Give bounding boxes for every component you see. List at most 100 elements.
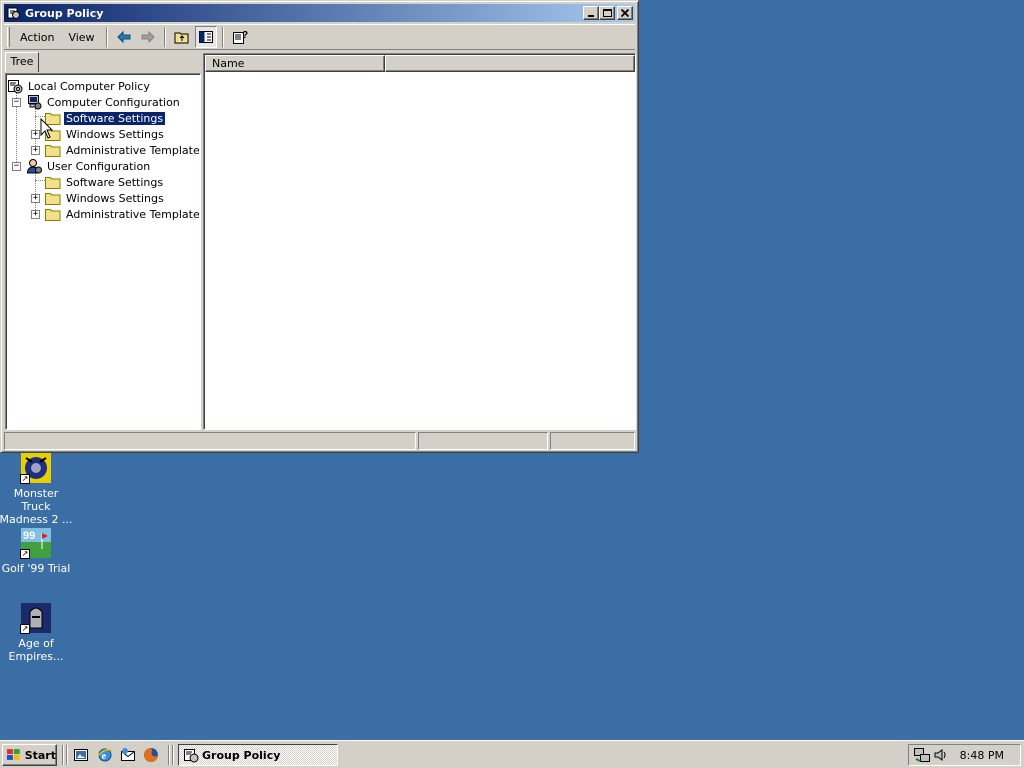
- tree-line: [35, 116, 45, 117]
- start-label: Start: [24, 748, 56, 762]
- taskbar: Start e Group Policy 8:48 PM: [0, 740, 1024, 768]
- maximize-icon: [603, 9, 612, 17]
- taskbar-divider: [168, 745, 170, 765]
- folder-icon: [45, 174, 61, 190]
- desktop-icon-label: Age of: [18, 637, 54, 650]
- minimize-icon: [588, 15, 594, 17]
- back-arrow-icon: [116, 30, 131, 44]
- up-one-level-button[interactable]: [171, 26, 193, 48]
- desktop-icon-label: Madness 2 ...: [0, 513, 73, 526]
- column-header-blank[interactable]: [385, 55, 635, 72]
- close-button[interactable]: [617, 6, 633, 20]
- desktop-icon-label: Monster Truck: [13, 487, 59, 513]
- tree-node-label: Administrative Templates: [66, 207, 201, 221]
- tree-node-label-selected: Software Settings: [62, 110, 167, 126]
- network-icon[interactable]: [913, 747, 931, 763]
- svg-text:?: ?: [242, 30, 248, 41]
- taskbar-button-label: Group Policy: [202, 748, 281, 762]
- minimize-button[interactable]: [583, 6, 599, 20]
- show-hide-tree-button[interactable]: [194, 26, 217, 48]
- tree-node-label: Administrative Templates: [66, 143, 201, 157]
- tree-node-user-configuration[interactable]: User Configuration: [26, 158, 152, 174]
- golf-icon: 99 ↗: [20, 527, 52, 559]
- tree-node-label: Software Settings: [66, 175, 164, 189]
- windows-logo-icon: [6, 749, 20, 760]
- start-button[interactable]: Start: [2, 744, 57, 766]
- desktop-icon-golf-99[interactable]: 99 ↗ Golf '99 Trial: [0, 527, 74, 575]
- collapse-toggle[interactable]: −: [12, 162, 21, 171]
- folder-icon: [45, 190, 61, 206]
- taskbar-divider: [172, 745, 174, 765]
- maximize-button[interactable]: [599, 6, 615, 20]
- folder-icon: [45, 142, 61, 158]
- back-button[interactable]: [113, 26, 135, 48]
- tab-tree[interactable]: Tree: [5, 52, 39, 72]
- collapse-toggle[interactable]: −: [12, 98, 21, 107]
- tree-node-computer-software-settings[interactable]: Software Settings: [45, 110, 167, 126]
- desktop-icon-label: Empires...: [8, 650, 64, 663]
- forward-arrow-icon: [141, 30, 155, 44]
- status-pane: [418, 432, 548, 450]
- tree-node-computer-configuration[interactable]: Computer Configuration: [26, 94, 182, 110]
- help-icon: ?: [232, 30, 248, 44]
- column-header-name[interactable]: Name: [205, 55, 385, 72]
- menu-action[interactable]: Action: [13, 29, 61, 46]
- status-pane: [550, 432, 635, 450]
- console-tree[interactable]: Local Computer Policy − Computer Configu…: [5, 73, 201, 430]
- details-list[interactable]: Name: [203, 53, 636, 430]
- help-button[interactable]: ?: [229, 26, 251, 48]
- volume-icon[interactable]: [933, 747, 949, 763]
- expand-toggle[interactable]: +: [31, 210, 40, 219]
- tree-node-label: Local Computer Policy: [28, 79, 150, 93]
- forward-button[interactable]: [137, 26, 159, 48]
- group-policy-window: Group Policy Action View ? Tree Local Co…: [0, 0, 639, 453]
- desktop-icon-label: Golf '99 Trial: [1, 562, 71, 575]
- clock[interactable]: 8:48 PM: [960, 749, 1004, 762]
- show-desktop-icon[interactable]: [73, 747, 89, 763]
- age-of-empires-icon: ↗: [20, 602, 52, 634]
- taskbar-divider: [62, 745, 64, 765]
- system-tray: 8:48 PM: [908, 744, 1021, 766]
- tree-node-label: Windows Settings: [66, 127, 164, 141]
- tree-node-label: Windows Settings: [66, 191, 164, 205]
- desktop-icon-age-of-empires[interactable]: ↗ Age of Empires...: [0, 602, 74, 663]
- tree-line: [35, 180, 45, 181]
- expand-toggle[interactable]: +: [31, 130, 40, 139]
- policy-icon: [7, 78, 23, 94]
- tree-node-user-administrative-templates[interactable]: Administrative Templates: [45, 206, 201, 222]
- internet-explorer-icon[interactable]: e: [97, 747, 113, 763]
- taskbar-button-group-policy[interactable]: Group Policy: [178, 744, 338, 766]
- tree-node-computer-administrative-templates[interactable]: Administrative Templates: [45, 142, 201, 158]
- toolbar-grip[interactable]: [7, 27, 10, 47]
- taskbar-divider: [66, 745, 68, 765]
- folder-up-icon: [174, 32, 189, 44]
- tree-node-label: Computer Configuration: [47, 95, 180, 109]
- svg-text:99: 99: [23, 530, 35, 542]
- shortcut-arrow-icon: ↗: [20, 624, 30, 634]
- shortcut-arrow-icon: ↗: [20, 474, 30, 484]
- toolbar-separator: [105, 27, 108, 47]
- folder-icon: [45, 206, 61, 222]
- tree-node-computer-windows-settings[interactable]: Windows Settings: [45, 126, 166, 142]
- expand-toggle[interactable]: +: [31, 194, 40, 203]
- menu-view[interactable]: View: [61, 29, 101, 46]
- mouse-cursor-icon: [40, 118, 54, 139]
- tree-node-local-computer-policy[interactable]: Local Computer Policy: [7, 78, 152, 94]
- status-pane-main: [4, 432, 416, 450]
- toolbar-separator: [221, 27, 224, 47]
- window-title: Group Policy: [25, 6, 104, 20]
- group-policy-icon: [6, 5, 22, 21]
- tree-node-user-software-settings[interactable]: Software Settings: [45, 174, 165, 190]
- firefox-icon[interactable]: [143, 747, 159, 763]
- close-icon: [620, 8, 630, 18]
- group-policy-icon: [184, 749, 199, 763]
- user-icon: [26, 158, 42, 174]
- title-bar[interactable]: Group Policy: [4, 4, 635, 22]
- desktop-icon-monster-truck[interactable]: ↗ Monster Truck Madness 2 ...: [0, 452, 74, 526]
- outlook-express-icon[interactable]: [120, 747, 136, 763]
- tree-node-user-windows-settings[interactable]: Windows Settings: [45, 190, 166, 206]
- toolbar: Action View ?: [4, 24, 635, 50]
- list-header: Name: [205, 55, 635, 72]
- expand-toggle[interactable]: +: [31, 146, 40, 155]
- shortcut-arrow-icon: ↗: [20, 549, 30, 559]
